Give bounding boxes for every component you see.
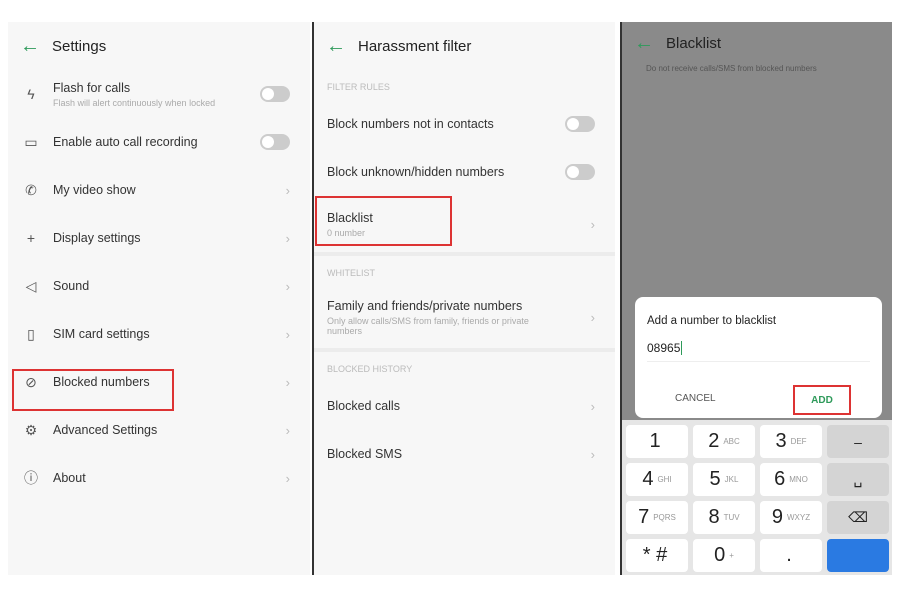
key[interactable]: 8 TUV [693,501,755,534]
blocked-sms-row[interactable]: Blocked SMS › [314,430,615,478]
chevron-right-icon: › [590,398,595,414]
key-side[interactable]: ⌫ [827,501,889,534]
settings-item[interactable]: ✆ My video show › [8,166,310,214]
gear-icon: ⚙ [24,421,38,438]
toggle[interactable] [565,164,595,180]
toggle[interactable] [260,86,290,102]
page-title: Harassment filter [358,37,472,55]
page-title: Blacklist [666,34,722,52]
add-button[interactable]: ADD [793,385,851,415]
harassment-filter-screen: ← Harassment filter FILTER RULES Block nu… [312,22,615,575]
settings-item[interactable]: ϟ Flash for calls Flash will alert continu… [8,70,310,118]
family-friends-row[interactable]: Family and friends/private numbers Only a… [314,286,615,348]
back-arrow-icon[interactable]: ← [634,32,666,55]
header: ← Blacklist [622,22,892,64]
blacklist-screen: ← Blacklist Do not receive calls/SMS from… [620,22,892,575]
block-not-in-contacts-row[interactable]: Block numbers not in contacts [314,100,615,148]
key[interactable]: 2 ABC [693,425,755,458]
chevron-right-icon: › [590,216,595,232]
row-label: Blocked calls [327,399,400,413]
recording-icon: ▭ [24,133,38,150]
item-label: Display settings [53,231,141,245]
chevron-right-icon: › [285,278,290,294]
back-arrow-icon[interactable]: ← [326,35,358,58]
key-side[interactable]: – [827,425,889,458]
section-filter-rules: FILTER RULES [327,82,390,92]
chevron-right-icon: › [590,446,595,462]
key[interactable]: 0 + [693,539,755,572]
key[interactable]: 4 GHI [626,463,688,496]
item-label: About [53,471,86,485]
key[interactable]: * # [626,539,688,572]
speaker-icon: ◁ [25,277,37,294]
row-label: Family and friends/private numbers [327,298,523,313]
key[interactable]: 1 [626,425,688,458]
number-input[interactable]: 08965 [647,341,870,362]
chevron-right-icon: › [285,326,290,342]
key[interactable]: 9 WXYZ [760,501,822,534]
toggle[interactable] [260,134,290,150]
page-title: Settings [52,37,107,55]
settings-item[interactable]: ◁ Sound › [8,262,310,310]
header: ← Harassment filter [314,22,615,70]
key[interactable]: 5 JKL [693,463,755,496]
highlight-box [12,369,174,411]
chevron-right-icon: › [285,470,290,486]
dialog-title: Add a number to blacklist [647,315,777,327]
settings-screen: ← Settings ϟ Flash for calls Flash will ale… [8,22,310,575]
settings-item[interactable]: ▭ Enable auto call recording [8,118,310,166]
video-call-icon: ✆ [25,181,37,198]
item-label: Flash for calls [53,80,131,95]
settings-item[interactable]: + Display settings › [8,214,310,262]
key-side[interactable] [827,539,889,572]
flash-icon: ϟ [27,86,35,102]
info-icon: ⓘ [24,470,38,486]
item-label: Sound [53,279,90,293]
chevron-right-icon: › [285,182,290,198]
block-unknown-row[interactable]: Block unknown/hidden numbers [314,148,615,196]
row-label: Blocked SMS [327,447,403,461]
settings-item[interactable]: ▯ SIM card settings › [8,310,310,358]
chevron-right-icon: › [285,230,290,246]
settings-item[interactable]: ⓘ About › [8,454,310,502]
settings-item[interactable]: ⚙ Advanced Settings › [8,406,310,454]
row-sub: Only allow calls/SMS from family, friend… [327,315,529,336]
key[interactable]: 3 DEF [760,425,822,458]
add-number-dialog: Add a number to blacklist 08965 CANCEL A… [635,297,882,418]
item-label: SIM card settings [53,327,150,341]
numeric-keypad: 1 2 ABC 3 DEF 4 GHI 5 JKL 6 MNO 7 PQRS 8 TUV 9 WXYZ * #0 +… [622,420,892,575]
key[interactable]: . [760,539,822,572]
highlight-box [315,196,452,246]
plus-icon: + [26,230,36,246]
key[interactable]: 7 PQRS [626,501,688,534]
key[interactable]: 6 MNO [760,463,822,496]
item-sub: Flash will alert continuously when locke… [53,97,216,108]
description: Do not receive calls/SMS from blocked nu… [646,64,817,73]
section-whitelist: WHITELIST [327,268,376,278]
sim-icon: ▯ [27,325,35,342]
cancel-button[interactable]: CANCEL [675,393,716,404]
chevron-right-icon: › [285,374,290,390]
back-arrow-icon[interactable]: ← [20,35,52,58]
item-label: Enable auto call recording [53,135,198,149]
key-side[interactable]: ␣ [827,463,889,496]
chevron-right-icon: › [285,422,290,438]
toggle[interactable] [565,116,595,132]
item-label: My video show [53,183,136,197]
chevron-right-icon: › [590,309,595,325]
header: ← Settings [8,22,310,70]
blocked-calls-row[interactable]: Blocked calls › [314,382,615,430]
item-label: Advanced Settings [53,423,158,437]
section-blocked-history: BLOCKED HISTORY [327,364,413,374]
